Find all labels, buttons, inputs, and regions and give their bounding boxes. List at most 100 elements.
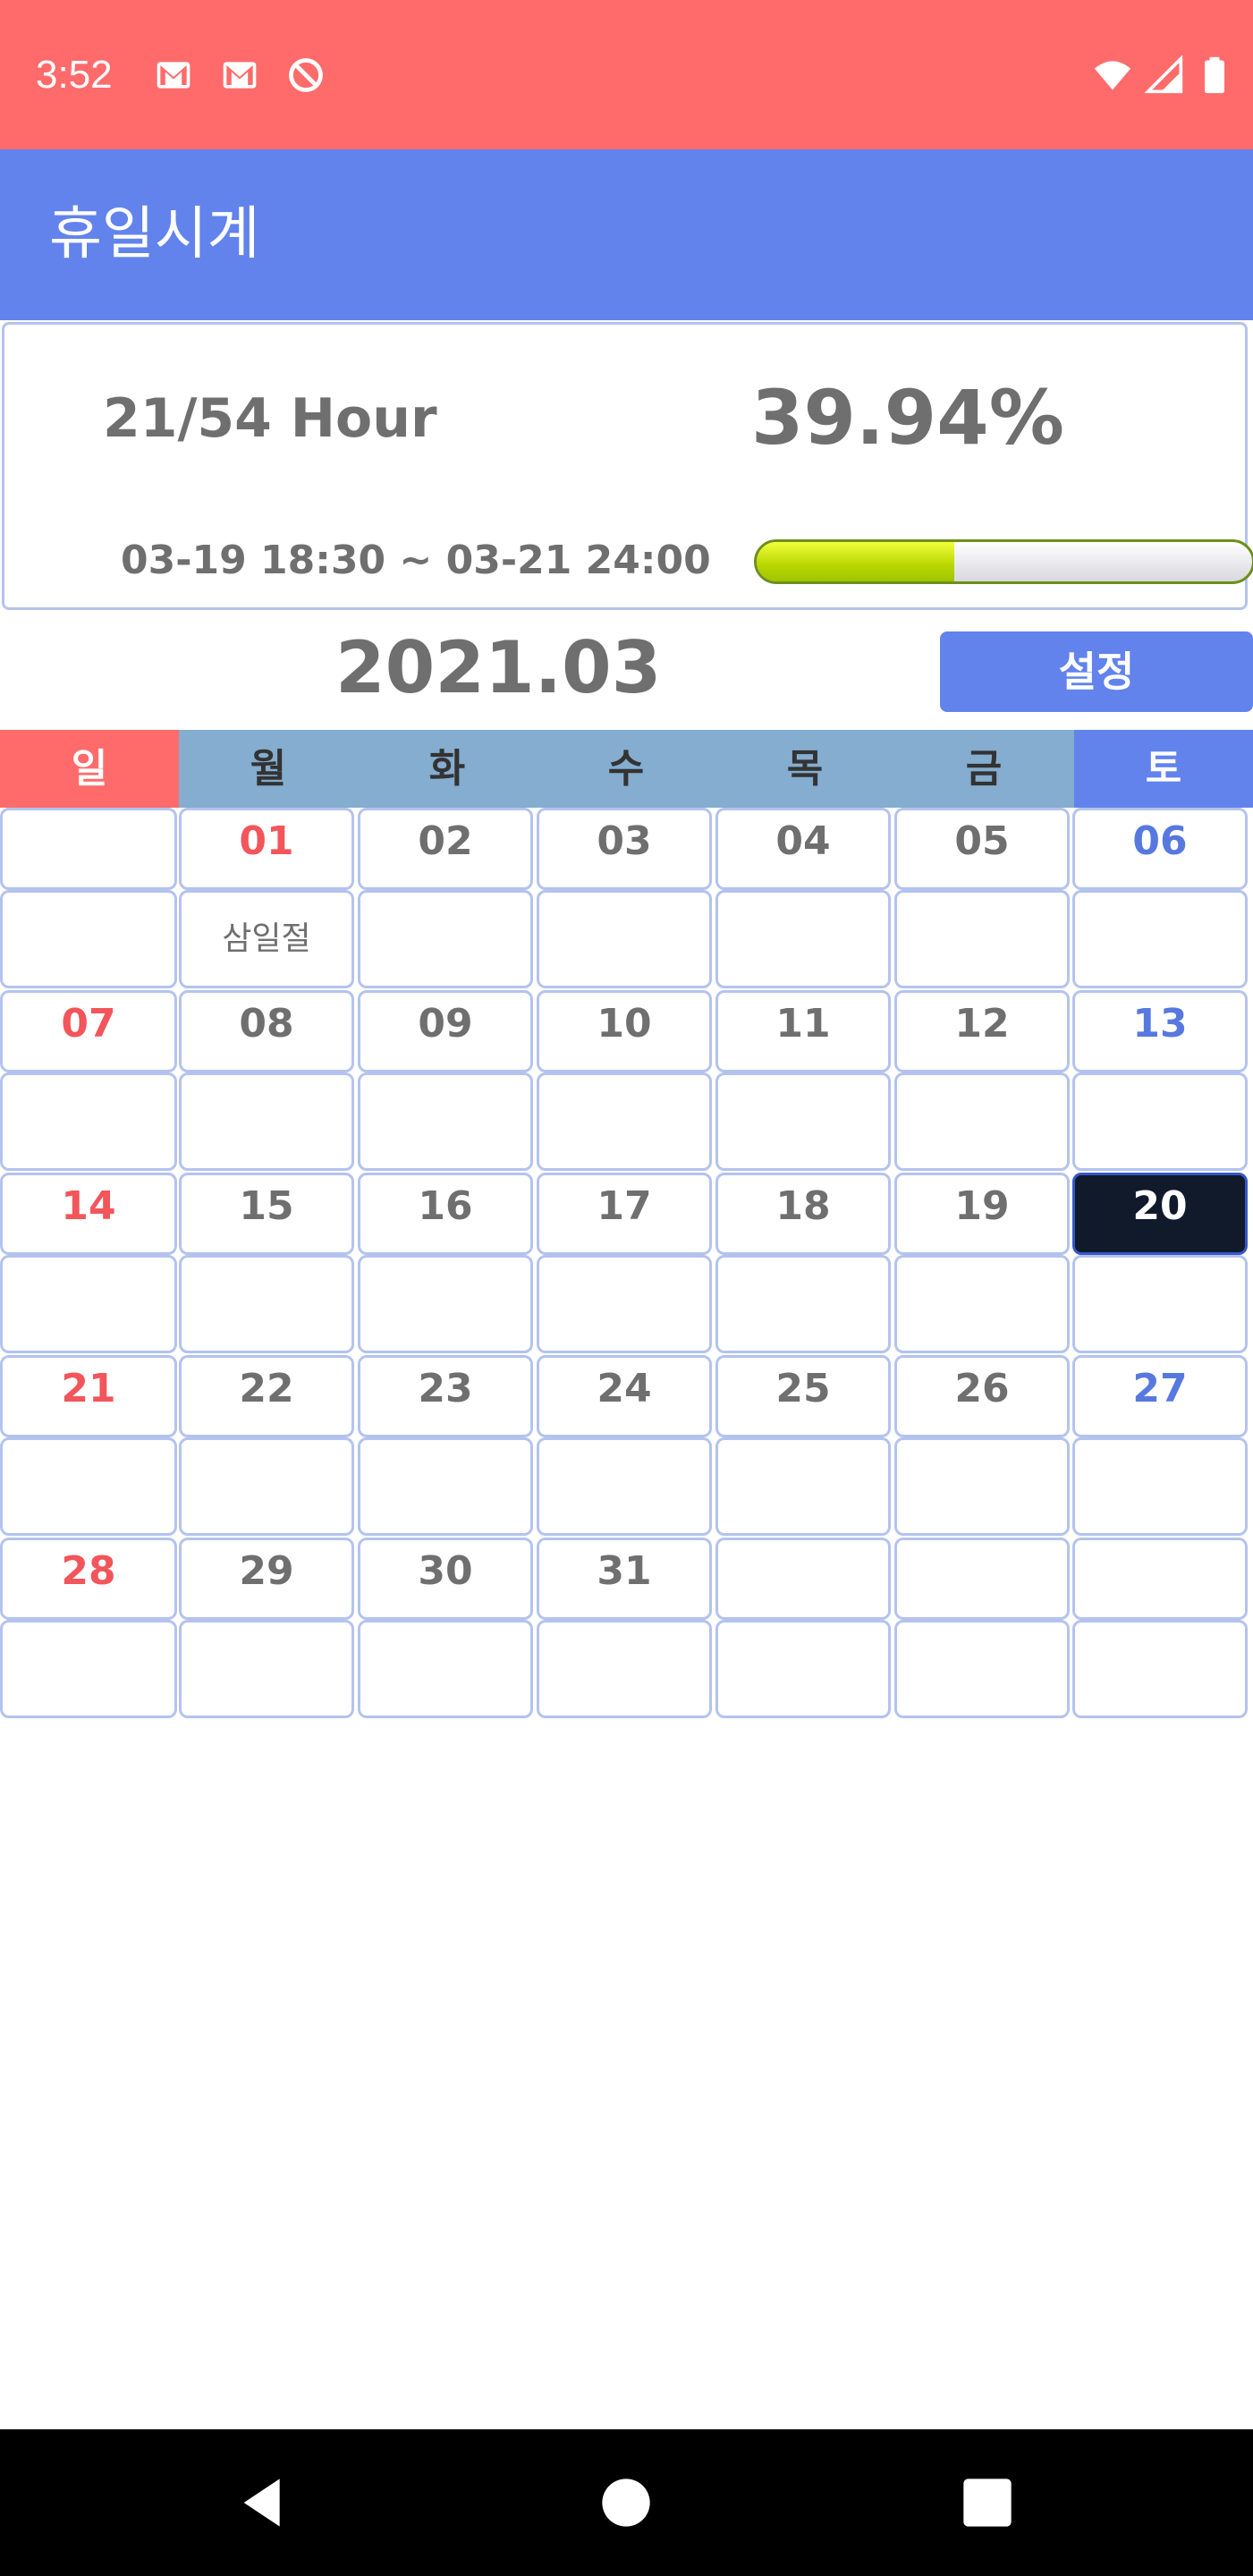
date-cell[interactable]: 14 (0, 1173, 177, 1255)
note-cell[interactable] (715, 1255, 891, 1353)
day-number: 25 (775, 1366, 831, 1411)
settings-button[interactable]: 설정 (940, 631, 1253, 712)
day-number: 10 (597, 1001, 652, 1046)
note-cell[interactable] (358, 1072, 533, 1171)
app-title: 휴일시계 (49, 201, 260, 267)
date-cell[interactable]: 12 (894, 990, 1070, 1072)
day-number: 11 (775, 1001, 831, 1046)
date-cell[interactable]: 22 (179, 1355, 354, 1437)
date-cell[interactable]: 02 (358, 808, 533, 890)
note-cell[interactable] (0, 1620, 177, 1718)
day-number: 31 (597, 1548, 652, 1594)
date-cell[interactable]: 07 (0, 990, 177, 1072)
note-cell[interactable] (894, 1620, 1070, 1718)
note-cell[interactable] (1072, 1437, 1248, 1536)
note-cell[interactable] (715, 1437, 891, 1536)
note-cell[interactable] (715, 1620, 891, 1718)
weekday-header: 일 월 화 수 목 금 토 (0, 730, 1253, 808)
weekday-sun: 일 (0, 730, 179, 808)
date-cell[interactable]: 23 (358, 1355, 533, 1437)
note-cell[interactable] (1072, 890, 1248, 988)
date-cell[interactable]: 13 (1072, 990, 1248, 1072)
day-number: 21 (61, 1366, 116, 1411)
day-number: 30 (418, 1548, 473, 1594)
day-number: 09 (418, 1001, 473, 1046)
date-cell[interactable]: 21 (0, 1355, 177, 1437)
weekday-wed: 수 (607, 746, 645, 792)
note-cell[interactable] (894, 1072, 1070, 1171)
date-cell[interactable]: 25 (715, 1355, 891, 1437)
day-number: 01 (239, 818, 294, 864)
note-cell[interactable] (537, 1072, 712, 1171)
date-cell[interactable] (1072, 1538, 1248, 1620)
date-cell[interactable]: 10 (537, 990, 712, 1072)
note-cell[interactable]: 삼일절 (179, 890, 354, 988)
date-cell[interactable]: 24 (537, 1355, 712, 1437)
gmail-icon (223, 62, 257, 89)
note-cell[interactable] (1072, 1072, 1248, 1171)
app-bar: 휴일시계 (0, 149, 1253, 320)
status-bar: 3:52 (0, 0, 1253, 149)
date-cell[interactable]: 18 (715, 1173, 891, 1255)
date-cell[interactable]: 29 (179, 1538, 354, 1620)
note-cell[interactable] (1072, 1620, 1248, 1718)
note-cell[interactable] (0, 1437, 177, 1536)
note-cell[interactable] (894, 1255, 1070, 1353)
day-number: 20 (1132, 1183, 1188, 1229)
note-cell[interactable] (358, 1620, 533, 1718)
cell-signal-icon (1145, 55, 1183, 94)
note-cell[interactable] (537, 1255, 712, 1353)
holiday-name: 삼일절 (222, 920, 311, 957)
date-cell[interactable]: 06 (1072, 808, 1248, 890)
note-cell[interactable] (894, 890, 1070, 988)
note-cell[interactable] (537, 1437, 712, 1536)
date-cell[interactable]: 27 (1072, 1355, 1248, 1437)
recents-icon[interactable] (959, 2474, 1016, 2531)
date-cell[interactable]: 17 (537, 1173, 712, 1255)
status-time: 3:52 (36, 53, 113, 97)
note-cell[interactable] (179, 1255, 354, 1353)
date-cell[interactable]: 03 (537, 808, 712, 890)
nav-bar (0, 2429, 1253, 2576)
note-cell[interactable] (537, 890, 712, 988)
note-cell[interactable] (894, 1437, 1070, 1536)
date-cell[interactable]: 16 (358, 1173, 533, 1255)
date-cell[interactable]: 31 (537, 1538, 712, 1620)
date-cell[interactable] (894, 1538, 1070, 1620)
date-cell[interactable]: 04 (715, 808, 891, 890)
day-number: 15 (239, 1183, 294, 1229)
note-cell[interactable] (179, 1072, 354, 1171)
date-cell[interactable]: 11 (715, 990, 891, 1072)
date-cell[interactable]: 05 (894, 808, 1070, 890)
note-cell[interactable] (358, 1437, 533, 1536)
date-cell[interactable]: 01 (179, 808, 354, 890)
note-cell[interactable] (358, 890, 533, 988)
note-cell[interactable] (1072, 1255, 1248, 1353)
date-cell[interactable]: 09 (358, 990, 533, 1072)
back-icon[interactable] (234, 2474, 292, 2531)
date-cell-today[interactable]: 20 (1072, 1173, 1248, 1255)
date-range-text: 03-19 18:30 ~ 03-21 24:00 (121, 538, 711, 583)
note-cell[interactable] (179, 1620, 354, 1718)
date-cell[interactable]: 08 (179, 990, 354, 1072)
date-cell[interactable] (0, 808, 177, 890)
day-number: 28 (61, 1548, 116, 1594)
date-cell[interactable]: 28 (0, 1538, 177, 1620)
date-cell[interactable]: 26 (894, 1355, 1070, 1437)
note-cell[interactable] (358, 1255, 533, 1353)
note-cell[interactable] (0, 1255, 177, 1353)
date-cell[interactable]: 19 (894, 1173, 1070, 1255)
day-number: 18 (775, 1183, 831, 1229)
note-cell[interactable] (715, 890, 891, 988)
note-cell[interactable] (715, 1072, 891, 1171)
note-cell[interactable] (179, 1437, 354, 1536)
date-cell[interactable]: 15 (179, 1173, 354, 1255)
day-number: 24 (597, 1366, 652, 1411)
note-cell[interactable] (537, 1620, 712, 1718)
percent-text: 39.94% (751, 374, 1064, 462)
note-cell[interactable] (0, 890, 177, 988)
note-cell[interactable] (0, 1072, 177, 1171)
date-cell[interactable] (715, 1538, 891, 1620)
date-cell[interactable]: 30 (358, 1538, 533, 1620)
home-icon[interactable] (597, 2474, 655, 2531)
